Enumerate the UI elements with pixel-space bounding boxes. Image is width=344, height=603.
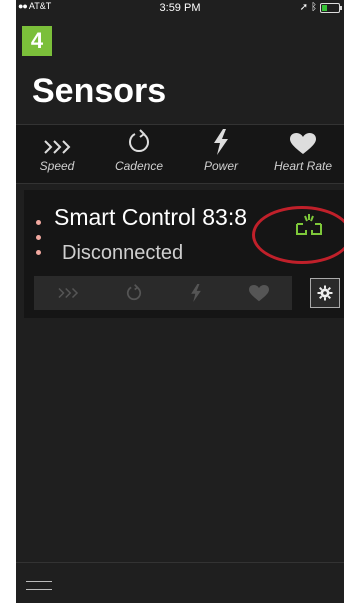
bluetooth-icon: ᛒ <box>311 2 317 13</box>
location-icon: ➚ <box>299 2 308 13</box>
battery-icon <box>320 2 342 13</box>
gear-icon <box>317 285 333 301</box>
speed-capability-icon <box>57 287 79 299</box>
step-badge: 4 <box>22 26 52 56</box>
sensor-type-label: Heart Rate <box>273 159 333 173</box>
power-capability-icon <box>189 284 203 302</box>
sensor-capabilities-bar <box>34 276 292 310</box>
phone-screen: ●● AT&T 3:59 PM ➚ ᛒ Sensors Speed Cadenc… <box>16 0 344 603</box>
status-dot <box>36 250 41 255</box>
status-dot <box>36 235 41 240</box>
device-name: Smart Control 83:8 <box>54 204 248 230</box>
sensor-type-power[interactable]: Power <box>180 125 262 183</box>
heart-icon <box>290 133 316 154</box>
status-dots <box>36 220 41 265</box>
sensor-type-label: Power <box>203 159 238 173</box>
cadence-capability-icon <box>125 284 143 302</box>
page-title: Sensors <box>32 72 167 110</box>
status-dot <box>36 220 41 225</box>
refresh-icon <box>129 129 149 153</box>
sensor-settings-button[interactable] <box>310 278 340 308</box>
highlight-annotation-circle <box>252 206 344 264</box>
status-bar: ●● AT&T 3:59 PM ➚ ᛒ <box>16 0 344 18</box>
heart-rate-capability-icon <box>249 284 269 302</box>
clock: 3:59 PM <box>159 2 201 14</box>
status-icons: ➚ ᛒ <box>299 2 342 13</box>
bottom-toolbar <box>16 562 344 603</box>
sensor-type-filter: Speed Cadence Power Heart Rate <box>16 124 344 184</box>
sensor-type-label: Speed <box>39 159 75 173</box>
sensor-type-label: Cadence <box>114 159 164 173</box>
sensor-type-cadence[interactable]: Cadence <box>98 125 180 183</box>
chevrons-icon <box>44 140 71 154</box>
sensor-type-speed[interactable]: Speed <box>16 125 98 183</box>
lightning-icon <box>214 129 228 155</box>
hamburger-menu-icon[interactable] <box>26 581 52 597</box>
connection-status: Disconnected <box>62 242 184 264</box>
sensor-type-heart-rate[interactable]: Heart Rate <box>262 125 344 183</box>
